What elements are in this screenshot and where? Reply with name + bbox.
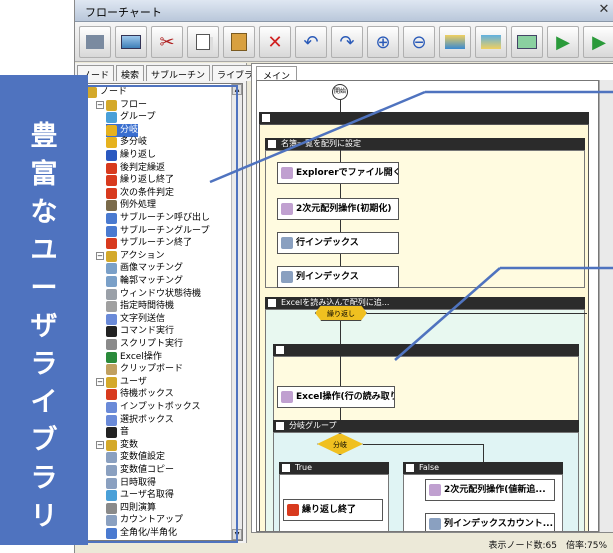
callout-lines [209,90,613,361]
screenshot: フローチャート ✕ ✂ ✕ ↶ ↷ ⊕ ⊖ ▶ ▶ ノード 検索 サブルーチン [0,0,613,553]
